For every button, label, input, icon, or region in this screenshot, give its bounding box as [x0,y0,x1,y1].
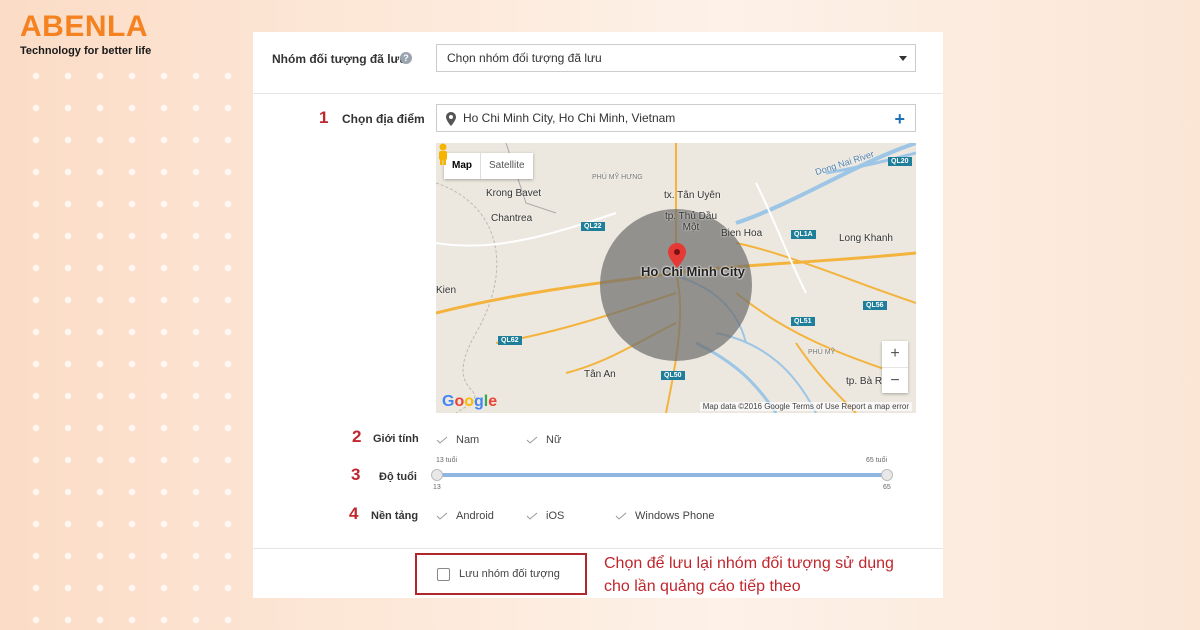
map-type-switcher: Map Satellite [444,153,533,179]
divider [253,548,943,549]
saved-audience-select-value: Chọn nhóm đối tượng đã lưu [447,51,602,65]
road-badge: QL20 [888,157,912,166]
google-logo: Google [442,393,498,410]
map-attribution[interactable]: Map data ©2016 Google Terms of Use Repor… [699,402,912,411]
road-badge: QL62 [498,336,522,345]
map-pin-icon [446,112,456,126]
age-min-handle[interactable] [431,469,443,481]
zoom-out-icon[interactable]: − [882,367,908,393]
saved-audience-row: Nhóm đối tượng đã lưu ? Chọn nhóm đối tư… [253,32,943,94]
brand-logo: ABENLA Technology for better life [20,10,152,58]
save-audience-checkbox[interactable] [437,568,450,581]
map-place: Bien Hoa [721,228,763,239]
saved-audience-select[interactable]: Chọn nhóm đối tượng đã lưu [436,44,916,72]
check-icon [436,512,448,520]
map-place: PHÚ MỸ HƯNG [592,174,643,181]
map-place: tx. Tân Uyên [664,190,721,201]
check-icon [615,512,627,520]
road-badge: QL51 [791,317,815,326]
location-input[interactable]: Ho Chi Minh City, Ho Chi Minh, Vietnam + [436,104,916,132]
road-badge: QL22 [581,222,605,231]
check-icon [436,436,448,444]
map-place: Long Khanh [839,233,893,244]
age-max-top-label: 65 tuổi [866,457,888,464]
age-max-handle[interactable] [881,469,893,481]
background-dots [20,60,250,630]
age-label: Độ tuổi [379,471,417,483]
help-icon[interactable]: ? [400,52,412,64]
age-min-top-label: 13 tuổi [436,457,458,464]
save-audience-label: Lưu nhóm đối tượng [459,568,560,580]
saved-audience-label: Nhóm đối tượng đã lưu [272,52,407,66]
platform-label: Nền tảng [371,510,419,522]
road-badge: QL1A [791,230,816,239]
age-max-value: 65 [883,484,891,491]
age-min-value: 13 [433,484,441,491]
brand-name: ABENLA [20,10,148,43]
road-badge: QL56 [863,301,887,310]
location-label: Chọn địa điểm [342,112,425,126]
pegman-icon[interactable] [436,143,450,165]
road-badge: QL50 [661,371,685,380]
audience-panel: Nhóm đối tượng đã lưu ? Chọn nhóm đối tư… [253,32,943,598]
map-place: Tân An [584,369,616,380]
step-number-4: 4 [349,504,359,523]
gender-option-female[interactable]: Nữ [526,434,561,446]
gender-label: Giới tính [373,433,419,445]
location-value: Ho Chi Minh City, Ho Chi Minh, Vietnam [463,111,676,125]
zoom-in-icon[interactable]: + [882,341,908,367]
age-slider-track[interactable] [436,473,886,477]
add-location-icon[interactable]: + [894,106,905,132]
location-map[interactable]: Map Satellite Ho Chi Minh City Krong Bav… [436,143,916,413]
platform-option-ios[interactable]: iOS [526,510,564,522]
map-place: Kien [436,285,457,296]
platform-option-windows-phone[interactable]: Windows Phone [615,510,715,522]
gender-option-male[interactable]: Nam [436,434,479,446]
map-place: PHÚ MỸ [808,349,836,356]
map-place: Krong Bavet [486,188,542,199]
chevron-down-icon [899,56,907,61]
zoom-controls: + − [882,341,908,393]
map-type-satellite[interactable]: Satellite [480,153,533,179]
brand-tagline: Technology for better life [20,45,152,57]
step-number-1: 1 [319,108,329,127]
platform-option-android[interactable]: Android [436,510,494,522]
map-place: Chantrea [491,213,533,224]
map-city-label: Ho Chi Minh City [641,264,745,279]
map-place: tp. Thủ Dầu Một [664,211,718,233]
annotation-note: Chọn để lưu lại nhóm đối tượng sử dụng c… [604,552,894,598]
check-icon [526,436,538,444]
save-audience-highlight: Lưu nhóm đối tượng [415,553,587,595]
step-number-2: 2 [352,427,362,446]
step-number-3: 3 [351,465,361,484]
annotation-line-2: cho lần quảng cáo tiếp theo [604,578,801,595]
check-icon [526,512,538,520]
annotation-line-1: Chọn để lưu lại nhóm đối tượng sử dụng [604,555,894,572]
